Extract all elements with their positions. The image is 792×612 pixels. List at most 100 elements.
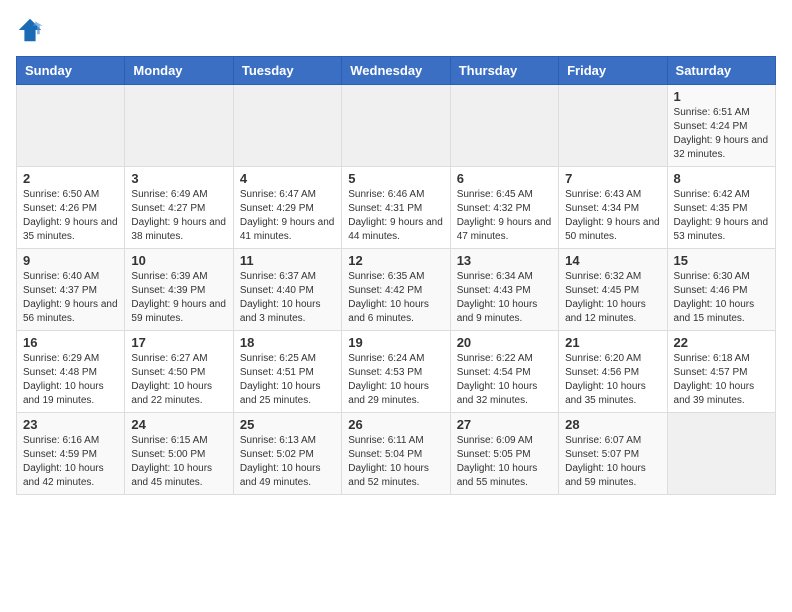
day-number: 16: [23, 335, 118, 350]
weekday-header-saturday: Saturday: [667, 57, 775, 85]
calendar-cell-week4-day2: 25 Sunrise: 6:13 AM Sunset: 5:02 PM Dayli…: [233, 413, 341, 495]
calendar-cell-week0-day5: [559, 85, 667, 167]
day-info: Sunrise: 6:11 AM Sunset: 5:04 PM Dayligh…: [348, 434, 443, 490]
calendar-cell-week3-day4: 20 Sunrise: 6:22 AM Sunset: 4:54 PM Dayli…: [450, 331, 558, 413]
day-number: 20: [457, 335, 552, 350]
day-number: 14: [565, 253, 660, 268]
day-info: Sunrise: 6:13 AM Sunset: 5:02 PM Dayligh…: [240, 434, 335, 490]
calendar-cell-week3-day0: 16 Sunrise: 6:29 AM Sunset: 4:48 PM Dayli…: [17, 331, 125, 413]
day-info: Sunrise: 6:18 AM Sunset: 4:57 PM Dayligh…: [674, 352, 769, 408]
day-info: Sunrise: 6:32 AM Sunset: 4:45 PM Dayligh…: [565, 270, 660, 326]
weekday-header-friday: Friday: [559, 57, 667, 85]
weekday-header-monday: Monday: [125, 57, 233, 85]
calendar-cell-week0-day4: [450, 85, 558, 167]
weekday-header-sunday: Sunday: [17, 57, 125, 85]
calendar-cell-week4-day6: [667, 413, 775, 495]
day-number: 8: [674, 171, 769, 186]
calendar-cell-week0-day0: [17, 85, 125, 167]
weekday-header-wednesday: Wednesday: [342, 57, 450, 85]
day-info: Sunrise: 6:24 AM Sunset: 4:53 PM Dayligh…: [348, 352, 443, 408]
day-info: Sunrise: 6:46 AM Sunset: 4:31 PM Dayligh…: [348, 188, 443, 244]
day-number: 9: [23, 253, 118, 268]
calendar-cell-week2-day5: 14 Sunrise: 6:32 AM Sunset: 4:45 PM Dayli…: [559, 249, 667, 331]
day-info: Sunrise: 6:42 AM Sunset: 4:35 PM Dayligh…: [674, 188, 769, 244]
calendar-cell-week2-day1: 10 Sunrise: 6:39 AM Sunset: 4:39 PM Dayli…: [125, 249, 233, 331]
day-number: 19: [348, 335, 443, 350]
calendar-cell-week1-day4: 6Sunrise: 6:45 AM Sunset: 4:32 PM Daylig…: [450, 167, 558, 249]
day-info: Sunrise: 6:47 AM Sunset: 4:29 PM Dayligh…: [240, 188, 335, 244]
calendar-cell-week0-day2: [233, 85, 341, 167]
day-info: Sunrise: 6:39 AM Sunset: 4:39 PM Dayligh…: [131, 270, 226, 326]
calendar-cell-week1-day0: 2 Sunrise: 6:50 AM Sunset: 4:26 PM Daylig…: [17, 167, 125, 249]
logo: [16, 16, 48, 44]
day-info: Sunrise: 6:34 AM Sunset: 4:43 PM Dayligh…: [457, 270, 552, 326]
calendar-cell-week4-day4: 27Sunrise: 6:09 AM Sunset: 5:05 PM Dayli…: [450, 413, 558, 495]
header: [16, 16, 776, 44]
day-number: 7: [565, 171, 660, 186]
day-number: 13: [457, 253, 552, 268]
day-info: Sunrise: 6:30 AM Sunset: 4:46 PM Dayligh…: [674, 270, 769, 326]
calendar-cell-week3-day1: 17 Sunrise: 6:27 AM Sunset: 4:50 PM Dayli…: [125, 331, 233, 413]
calendar-cell-week0-day1: [125, 85, 233, 167]
calendar-cell-week3-day3: 19 Sunrise: 6:24 AM Sunset: 4:53 PM Dayli…: [342, 331, 450, 413]
calendar-cell-week2-day6: 15 Sunrise: 6:30 AM Sunset: 4:46 PM Dayli…: [667, 249, 775, 331]
day-number: 17: [131, 335, 226, 350]
day-number: 24: [131, 417, 226, 432]
calendar-cell-week3-day5: 21 Sunrise: 6:20 AM Sunset: 4:56 PM Dayli…: [559, 331, 667, 413]
day-number: 22: [674, 335, 769, 350]
calendar: SundayMondayTuesdayWednesdayThursdayFrid…: [16, 56, 776, 495]
day-number: 3: [131, 171, 226, 186]
day-info: Sunrise: 6:35 AM Sunset: 4:42 PM Dayligh…: [348, 270, 443, 326]
day-number: 1: [674, 89, 769, 104]
day-info: Sunrise: 6:16 AM Sunset: 4:59 PM Dayligh…: [23, 434, 118, 490]
day-info: Sunrise: 6:07 AM Sunset: 5:07 PM Dayligh…: [565, 434, 660, 490]
calendar-cell-week0-day3: [342, 85, 450, 167]
calendar-cell-week4-day0: 23 Sunrise: 6:16 AM Sunset: 4:59 PM Dayli…: [17, 413, 125, 495]
calendar-cell-week4-day5: 28 Sunrise: 6:07 AM Sunset: 5:07 PM Dayli…: [559, 413, 667, 495]
day-info: Sunrise: 6:27 AM Sunset: 4:50 PM Dayligh…: [131, 352, 226, 408]
calendar-cell-week0-day6: 1 Sunrise: 6:51 AM Sunset: 4:24 PM Daylig…: [667, 85, 775, 167]
day-info: Sunrise: 6:45 AM Sunset: 4:32 PM Dayligh…: [457, 188, 552, 244]
calendar-cell-week2-day2: 11 Sunrise: 6:37 AM Sunset: 4:40 PM Dayli…: [233, 249, 341, 331]
calendar-cell-week2-day3: 12 Sunrise: 6:35 AM Sunset: 4:42 PM Dayli…: [342, 249, 450, 331]
day-number: 4: [240, 171, 335, 186]
day-number: 2: [23, 171, 118, 186]
calendar-cell-week3-day6: 22 Sunrise: 6:18 AM Sunset: 4:57 PM Dayli…: [667, 331, 775, 413]
calendar-cell-week3-day2: 18 Sunrise: 6:25 AM Sunset: 4:51 PM Dayli…: [233, 331, 341, 413]
calendar-cell-week4-day3: 26 Sunrise: 6:11 AM Sunset: 5:04 PM Dayli…: [342, 413, 450, 495]
day-number: 12: [348, 253, 443, 268]
day-info: Sunrise: 6:43 AM Sunset: 4:34 PM Dayligh…: [565, 188, 660, 244]
day-number: 25: [240, 417, 335, 432]
day-number: 26: [348, 417, 443, 432]
day-number: 11: [240, 253, 335, 268]
day-number: 15: [674, 253, 769, 268]
day-number: 18: [240, 335, 335, 350]
day-number: 10: [131, 253, 226, 268]
day-number: 21: [565, 335, 660, 350]
weekday-header-tuesday: Tuesday: [233, 57, 341, 85]
calendar-cell-week1-day2: 4 Sunrise: 6:47 AM Sunset: 4:29 PM Daylig…: [233, 167, 341, 249]
day-info: Sunrise: 6:50 AM Sunset: 4:26 PM Dayligh…: [23, 188, 118, 244]
calendar-cell-week4-day1: 24 Sunrise: 6:15 AM Sunset: 5:00 PM Dayli…: [125, 413, 233, 495]
day-number: 28: [565, 417, 660, 432]
day-info: Sunrise: 6:37 AM Sunset: 4:40 PM Dayligh…: [240, 270, 335, 326]
day-info: Sunrise: 6:15 AM Sunset: 5:00 PM Dayligh…: [131, 434, 226, 490]
day-number: 27: [457, 417, 552, 432]
logo-icon: [16, 16, 44, 44]
calendar-cell-week1-day6: 8 Sunrise: 6:42 AM Sunset: 4:35 PM Daylig…: [667, 167, 775, 249]
day-info: Sunrise: 6:29 AM Sunset: 4:48 PM Dayligh…: [23, 352, 118, 408]
calendar-cell-week2-day4: 13 Sunrise: 6:34 AM Sunset: 4:43 PM Dayli…: [450, 249, 558, 331]
calendar-cell-week1-day1: 3 Sunrise: 6:49 AM Sunset: 4:27 PM Daylig…: [125, 167, 233, 249]
day-info: Sunrise: 6:20 AM Sunset: 4:56 PM Dayligh…: [565, 352, 660, 408]
calendar-cell-week1-day3: 5 Sunrise: 6:46 AM Sunset: 4:31 PM Daylig…: [342, 167, 450, 249]
day-number: 23: [23, 417, 118, 432]
day-info: Sunrise: 6:25 AM Sunset: 4:51 PM Dayligh…: [240, 352, 335, 408]
weekday-header-thursday: Thursday: [450, 57, 558, 85]
day-info: Sunrise: 6:51 AM Sunset: 4:24 PM Dayligh…: [674, 106, 769, 162]
calendar-cell-week2-day0: 9 Sunrise: 6:40 AM Sunset: 4:37 PM Daylig…: [17, 249, 125, 331]
day-info: Sunrise: 6:22 AM Sunset: 4:54 PM Dayligh…: [457, 352, 552, 408]
calendar-cell-week1-day5: 7 Sunrise: 6:43 AM Sunset: 4:34 PM Daylig…: [559, 167, 667, 249]
day-info: Sunrise: 6:49 AM Sunset: 4:27 PM Dayligh…: [131, 188, 226, 244]
day-info: Sunrise: 6:40 AM Sunset: 4:37 PM Dayligh…: [23, 270, 118, 326]
day-number: 5: [348, 171, 443, 186]
